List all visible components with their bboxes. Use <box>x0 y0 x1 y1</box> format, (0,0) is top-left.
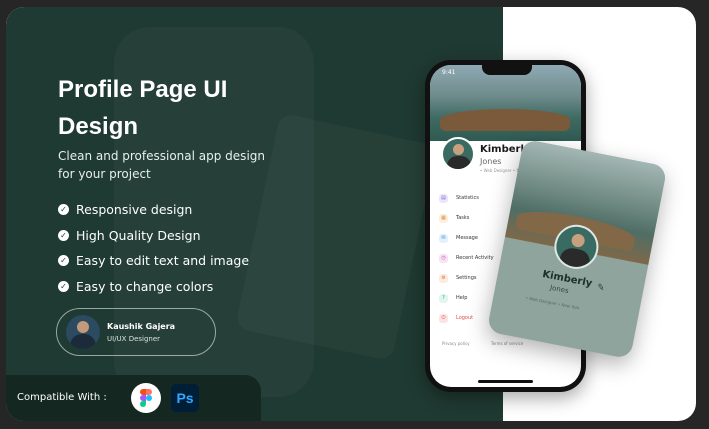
menu-item-tasks[interactable]: ▦ Tasks <box>439 208 494 228</box>
subtitle-line-2: for your project <box>58 167 151 181</box>
feature-label: Easy to change colors <box>76 278 214 294</box>
menu-item-statistics[interactable]: ▤ Statistics <box>439 188 494 208</box>
feature-item: ✓ Easy to edit text and image <box>58 248 249 274</box>
phone-footer: Privacy policy Terms of service <box>442 341 543 346</box>
profile-cover-image <box>430 65 581 141</box>
author-avatar <box>66 315 100 349</box>
author-role: UI/UX Designer <box>107 335 161 343</box>
headline: Profile Page UI Design <box>58 71 358 145</box>
menu-label: Message <box>456 235 478 241</box>
phone-notch <box>482 65 532 75</box>
check-circle-icon: ✓ <box>58 229 69 241</box>
feature-label: Responsive design <box>76 202 193 218</box>
check-circle-icon: ✓ <box>58 280 69 292</box>
feature-item: ✓ Responsive design <box>58 197 249 223</box>
boat-shape <box>440 109 570 131</box>
profile-avatar[interactable] <box>441 137 475 171</box>
menu-item-recent-activity[interactable]: ◷ Recent Activity <box>439 248 494 268</box>
author-name: Kaushik Gajera <box>107 322 176 331</box>
home-indicator <box>478 380 533 383</box>
subtitle-line-1: Clean and professional app design <box>58 149 265 163</box>
help-icon: ? <box>439 293 448 303</box>
menu-label: Tasks <box>456 215 470 221</box>
profile-menu: ▤ Statistics ▦ Tasks ✉ Message ◷ Recent … <box>439 188 494 328</box>
author-badge[interactable]: Kaushik Gajera UI/UX Designer <box>56 308 216 356</box>
menu-item-settings[interactable]: ⚙ Settings <box>439 268 494 288</box>
message-icon: ✉ <box>439 233 448 243</box>
logout-icon: ⏻ <box>439 313 448 323</box>
feature-label: Easy to edit text and image <box>76 253 250 269</box>
card-meta: • Web Designer • New York <box>525 295 581 311</box>
figma-logo-icon <box>131 383 161 413</box>
task-icon: ▦ <box>439 213 448 223</box>
feature-list: ✓ Responsive design ✓ High Quality Desig… <box>58 197 249 299</box>
gear-icon: ⚙ <box>439 273 448 283</box>
compatibility-bar: Compatible With : Ps <box>6 375 261 421</box>
photoshop-logo-icon: Ps <box>171 384 199 412</box>
menu-item-logout[interactable]: ⏻ Logout <box>439 308 494 328</box>
card-last-name: Jones <box>549 283 570 296</box>
compatible-label: Compatible With : <box>17 392 107 403</box>
feature-item: ✓ High Quality Design <box>58 223 249 249</box>
privacy-link[interactable]: Privacy policy <box>442 341 470 346</box>
menu-label: Logout <box>456 315 474 321</box>
status-time: 9:41 <box>442 69 456 76</box>
check-circle-icon: ✓ <box>58 255 69 267</box>
check-circle-icon: ✓ <box>58 204 69 216</box>
edit-icon[interactable]: ✎ <box>596 283 605 294</box>
feature-item: ✓ Easy to change colors <box>58 274 249 300</box>
avatar-shoulders <box>70 334 96 349</box>
feature-label: High Quality Design <box>76 227 201 243</box>
activity-icon: ◷ <box>439 253 448 263</box>
promo-card: Profile Page UI Design Clean and profess… <box>6 7 696 421</box>
headline-line-2: Design <box>58 113 139 140</box>
menu-item-message[interactable]: ✉ Message <box>439 228 494 248</box>
menu-label: Settings <box>456 275 477 281</box>
menu-label: Help <box>456 295 468 301</box>
chart-icon: ▤ <box>439 193 448 203</box>
profile-last-name: Jones <box>480 157 502 166</box>
headline-line-1: Profile Page UI <box>58 76 228 103</box>
menu-item-help[interactable]: ? Help <box>439 288 494 308</box>
terms-link[interactable]: Terms of service <box>491 341 524 346</box>
menu-label: Recent Activity <box>456 255 494 261</box>
menu-label: Statistics <box>456 195 479 201</box>
subtitle: Clean and professional app design for yo… <box>58 147 318 183</box>
avatar-head <box>77 321 89 333</box>
